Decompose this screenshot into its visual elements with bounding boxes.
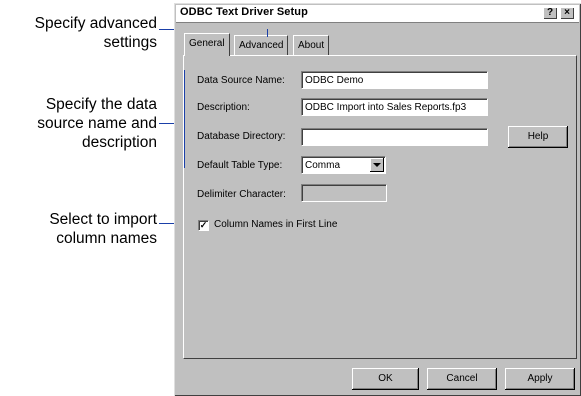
chevron-down-icon[interactable]	[370, 158, 384, 172]
leader-line-advanced-drop	[267, 29, 268, 37]
data-source-name-input[interactable]: ODBC Demo	[301, 71, 488, 89]
delimiter-character-input[interactable]	[301, 184, 387, 202]
callout-line: Specify advanced	[34, 15, 157, 32]
database-directory-input[interactable]	[301, 128, 488, 146]
callout-data-source: Specify the data source name and descrip…	[37, 95, 157, 152]
title-bar: ODBC Text Driver Setup ? ×	[176, 5, 579, 23]
apply-button[interactable]: Apply	[505, 368, 575, 390]
bracket-datasource	[184, 70, 185, 168]
callout-line: settings	[103, 34, 157, 51]
close-icon[interactable]: ×	[560, 7, 574, 19]
default-table-type-select[interactable]: Comma	[301, 156, 386, 174]
callout-column-names: Select to import column names	[49, 210, 157, 248]
column-names-checkbox-label[interactable]: Column Names in First Line	[214, 219, 337, 230]
delimiter-character-label: Delimiter Character:	[197, 189, 286, 200]
default-table-type-label: Default Table Type:	[197, 160, 283, 171]
tab-advanced[interactable]: Advanced	[234, 35, 289, 55]
default-table-type-value: Comma	[305, 160, 341, 171]
dialog-title: ODBC Text Driver Setup	[180, 6, 308, 18]
callout-line: Select to import	[49, 211, 157, 228]
data-source-name-label: Data Source Name:	[197, 75, 285, 86]
help-question-icon[interactable]: ?	[543, 7, 557, 19]
ok-button[interactable]: OK	[352, 368, 419, 390]
description-label: Description:	[197, 102, 250, 113]
callout-advanced-settings: Specify advanced settings	[35, 14, 157, 52]
tab-about[interactable]: About	[293, 35, 330, 55]
odbc-setup-dialog: ODBC Text Driver Setup ? × General Advan…	[174, 3, 581, 396]
cancel-button[interactable]: Cancel	[427, 368, 497, 390]
callout-line: Specify the data	[45, 96, 157, 113]
column-names-checkbox[interactable]: ✓	[198, 220, 209, 231]
callout-line: source name and	[37, 115, 157, 132]
callout-line: column names	[56, 230, 157, 247]
help-button[interactable]: Help	[508, 126, 568, 148]
general-tab-panel: Data Source Name: ODBC Demo Description:…	[183, 55, 577, 359]
description-input[interactable]: ODBC Import into Sales Reports.fp3	[301, 98, 488, 116]
callout-line: description	[82, 134, 157, 151]
database-directory-label: Database Directory:	[197, 131, 286, 142]
tab-general[interactable]: General	[184, 33, 230, 56]
